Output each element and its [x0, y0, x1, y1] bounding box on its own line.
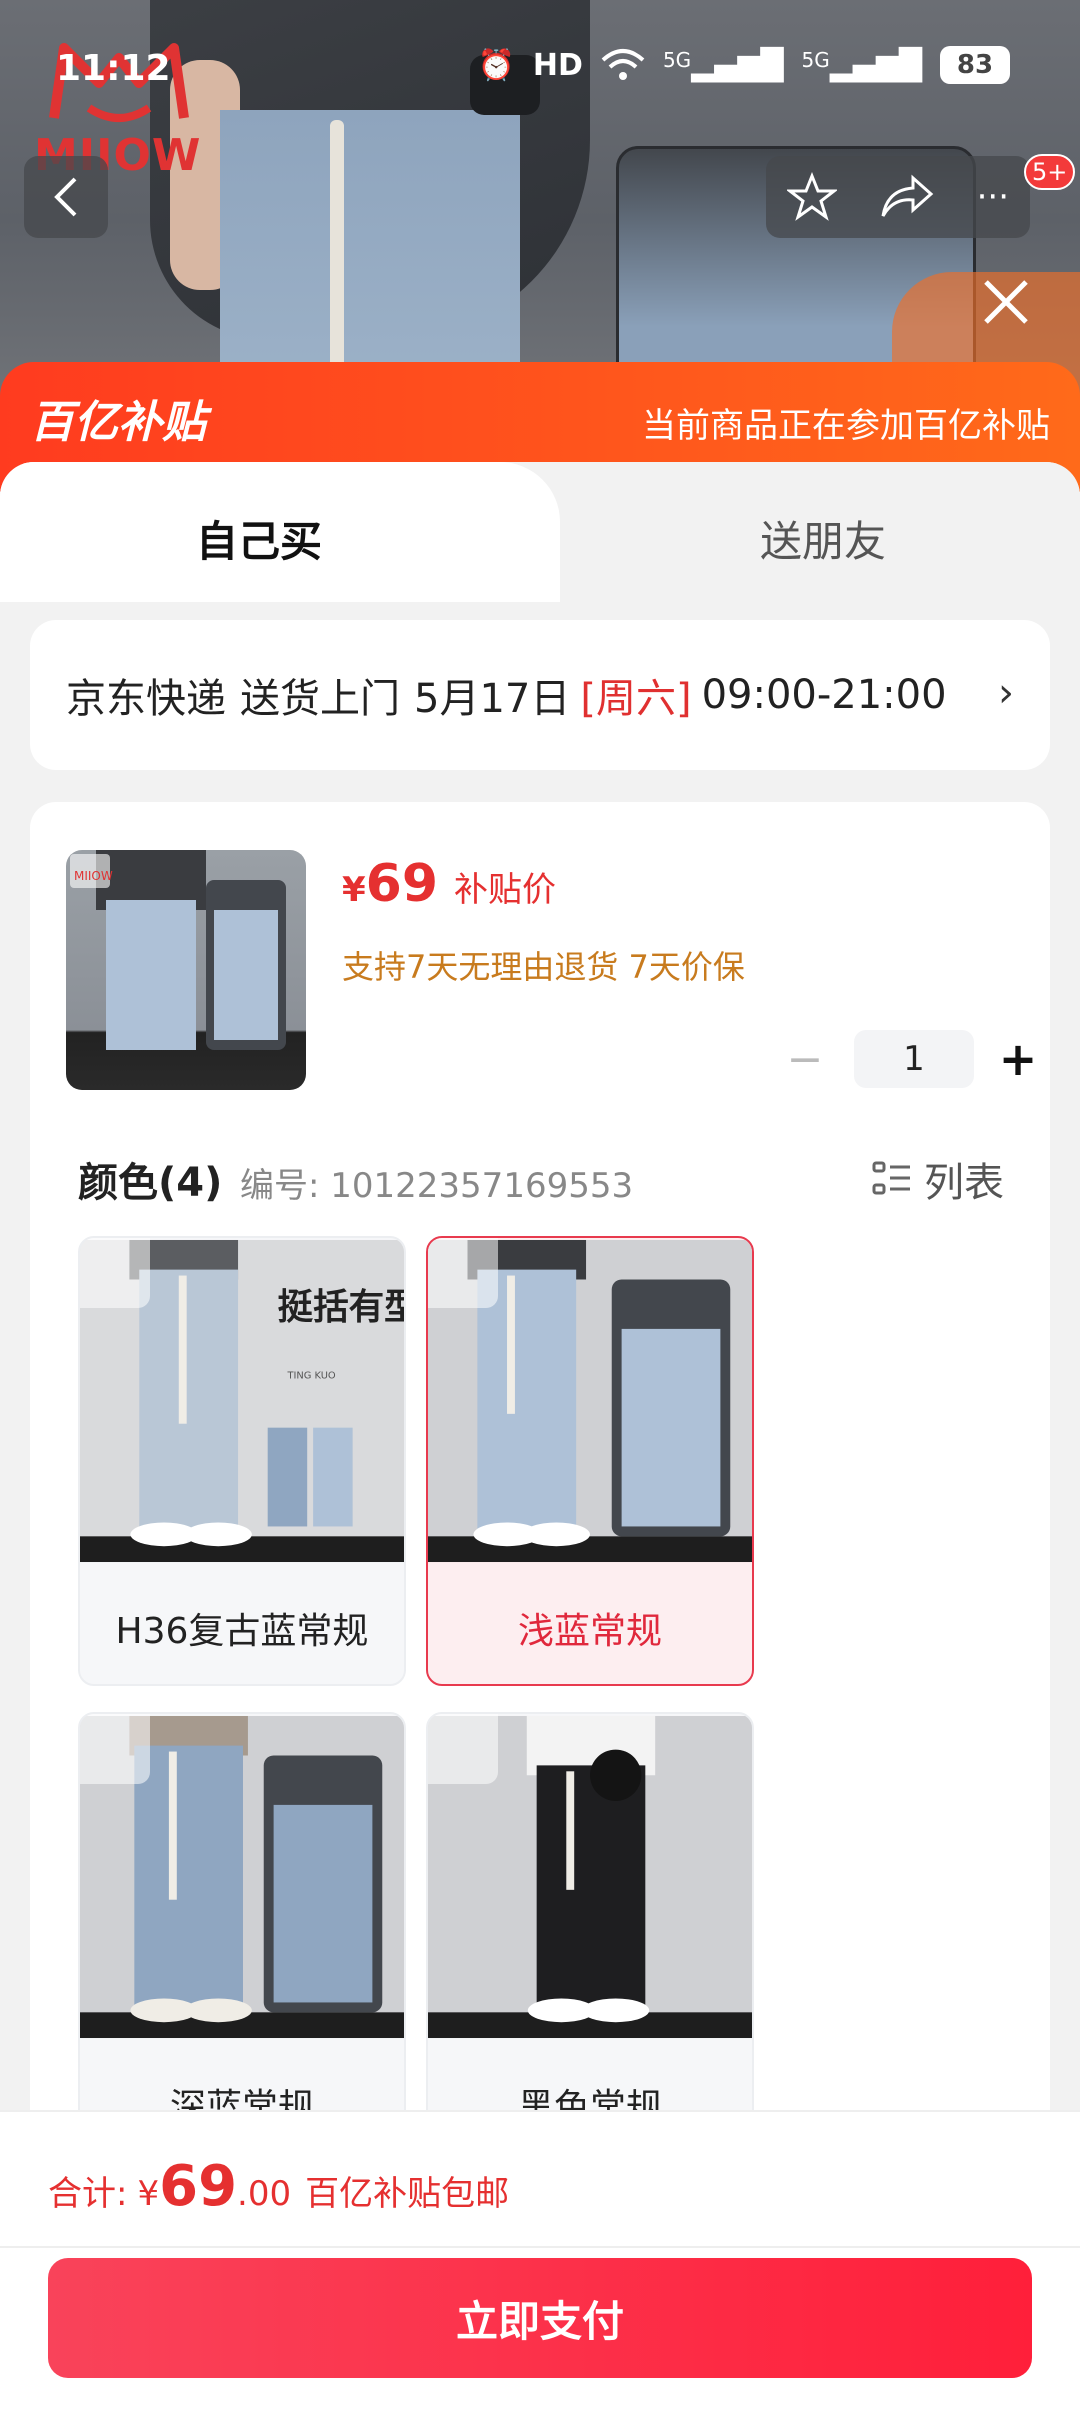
more-icon[interactable]: ···: [977, 177, 1009, 217]
brand-badge-icon: [428, 1238, 498, 1308]
sku-number: 编号: 10122357169553: [240, 1166, 634, 1206]
color-option-dark-blue[interactable]: 深蓝常规: [78, 1712, 406, 2162]
star-icon[interactable]: [786, 172, 837, 222]
hero-jeans: [220, 110, 520, 400]
footer-divider: [0, 2246, 1080, 2248]
delivery-row[interactable]: 京东快递 送货上门 5月17日 [周六] 09:00-21:00 ›: [30, 620, 1050, 770]
color-option-black[interactable]: 黑色常规: [426, 1712, 754, 2162]
signal-5g-icon-2: 5G▂▄▆█: [801, 47, 922, 83]
thumb-logo-text: MIIOW: [74, 869, 113, 883]
wifi-icon: [601, 49, 645, 80]
color-option-h36[interactable]: 挺括有型 TING KUO H36复古蓝常规: [78, 1236, 406, 1686]
color-option-label: 浅蓝常规: [517, 1611, 662, 1652]
price-tag: 补贴价: [454, 870, 557, 910]
brand-badge-icon: [80, 1714, 150, 1784]
brand-badge-icon: [428, 1714, 498, 1784]
share-icon[interactable]: [879, 174, 935, 220]
signal-5g-icon-1: 5G▂▄▆█: [662, 47, 784, 83]
price-value: 69: [365, 854, 439, 914]
brand-badge-icon: [80, 1238, 150, 1308]
close-icon[interactable]: [976, 272, 1036, 332]
total-row: 合计: ¥ 69 .00 百亿补贴包邮: [48, 2154, 509, 2219]
product-thumbnail[interactable]: MIIOW: [66, 850, 306, 1090]
color-option-light-blue[interactable]: 浅蓝常规: [426, 1236, 754, 1686]
top-actions: ···: [766, 156, 1030, 238]
quantity-stepper: − 1 +: [770, 1030, 1048, 1088]
pay-now-button[interactable]: 立即支付: [48, 2258, 1032, 2378]
quantity-decrease-button[interactable]: −: [770, 1031, 840, 1087]
list-view-toggle[interactable]: 列表: [872, 1150, 1004, 1208]
total-decimal: .00: [237, 2174, 292, 2214]
checkout-footer: 合计: ¥ 69 .00 百亿补贴包邮 立即支付: [0, 2110, 1080, 2412]
price-row: ¥ 69 补贴价: [342, 854, 556, 914]
hd-icon: HD: [532, 47, 583, 83]
quantity-increase-button[interactable]: +: [988, 1031, 1048, 1087]
chevron-right-icon: ›: [998, 670, 1014, 716]
guarantee-text: 支持7天无理由退货 7天价保: [342, 948, 745, 986]
chevron-left-icon: [54, 177, 77, 217]
subsidy-notice: 当前商品正在参加百亿补贴: [642, 406, 1050, 446]
total-label: 合计:: [48, 2174, 128, 2214]
quantity-value[interactable]: 1: [854, 1030, 974, 1088]
back-button[interactable]: [24, 156, 108, 238]
shipping-note: 百亿补贴包邮: [305, 2174, 510, 2214]
hero-drawstring: [330, 120, 344, 380]
list-icon: [872, 1161, 910, 1195]
color-option-label: H36复古蓝常规: [115, 1611, 369, 1652]
alarm-icon: ⏰: [477, 47, 515, 83]
delivery-method: 送货上门: [240, 676, 400, 722]
notification-badge: 5+: [1024, 154, 1076, 190]
status-icons: ⏰ HD 5G▂▄▆█ 5G▂▄▆█ 83: [478, 46, 1010, 84]
price-currency: ¥: [342, 870, 366, 910]
purchase-tabs: 自己买 送朋友: [0, 462, 1080, 622]
delivery-date: 5月17日: [414, 676, 571, 722]
list-view-label: 列表: [924, 1160, 1004, 1206]
total-currency: ¥: [137, 2174, 160, 2214]
status-bar: 11:12 ⏰ HD 5G▂▄▆█ 5G▂▄▆█ 83: [0, 0, 1080, 140]
tab-buy-self-label: 自己买: [196, 517, 323, 566]
color-heading: 颜色(4): [78, 1160, 223, 1206]
battery-indicator: 83: [940, 46, 1010, 84]
promo-subtext: TING KUO: [286, 1370, 335, 1381]
tab-buy-self[interactable]: 自己买: [0, 462, 560, 622]
total-amount: 69: [159, 2154, 238, 2219]
delivery-weekday: [周六]: [580, 676, 692, 722]
product-thumbnail-art: MIIOW: [70, 850, 286, 1050]
tab-gift-friend-label: 送朋友: [760, 517, 887, 566]
delivery-carrier: 京东快递: [66, 676, 226, 722]
tab-gift-friend[interactable]: 送朋友: [560, 462, 1080, 602]
promo-text: 挺括有型: [278, 1287, 404, 1328]
delivery-window: 09:00-21:00: [701, 672, 947, 718]
status-time: 11:12: [56, 48, 171, 89]
subsidy-brand: 百亿补贴: [30, 397, 206, 448]
